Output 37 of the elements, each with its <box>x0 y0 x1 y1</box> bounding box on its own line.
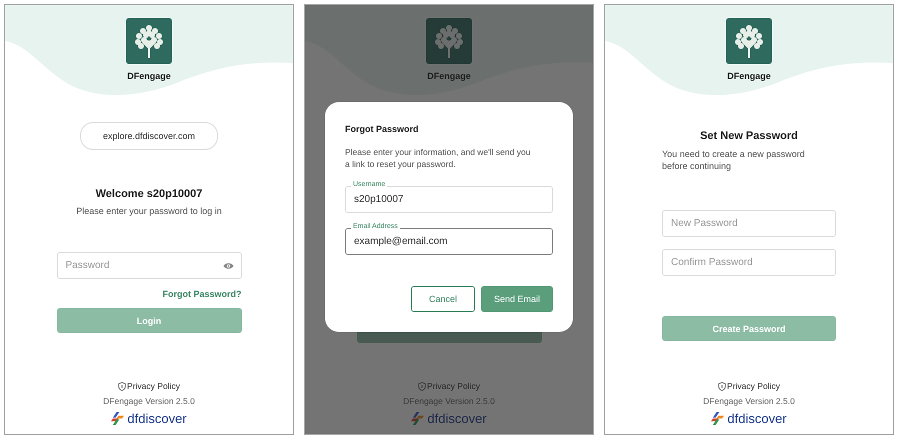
dialog-message: Please enter your information, and we'll send you a link to reset your password. <box>345 146 532 170</box>
dialog-title: Forgot Password <box>345 124 420 134</box>
login-instructions: Please enter your password to log in <box>76 205 222 217</box>
server-address[interactable]: explore.dfdiscover.com <box>80 122 218 150</box>
brand-logo-icon <box>411 412 424 425</box>
privacy-policy-link[interactable]: Privacy Policy <box>418 381 480 391</box>
privacy-policy-link[interactable]: Privacy Policy <box>718 381 780 391</box>
tree-logo-icon <box>126 18 172 64</box>
tree-logo-icon <box>726 18 772 64</box>
shield-icon <box>718 382 726 390</box>
brand-name: dfdiscover <box>427 411 487 426</box>
text-field[interactable]: example@email.com <box>345 228 553 255</box>
forgot-password-link[interactable]: Forgot Password? <box>162 289 242 299</box>
password-field[interactable]: New Password <box>662 210 836 237</box>
set-password-heading: Set New Password <box>700 130 798 142</box>
brand-name: dfdiscover <box>727 411 787 426</box>
version-text: DFengage Version 2.5.0 <box>403 396 495 406</box>
app-name: DFengage <box>427 71 471 81</box>
eye-icon[interactable] <box>222 262 234 270</box>
version-text: DFengage Version 2.5.0 <box>703 396 795 406</box>
text-field[interactable]: s20p10007 <box>345 186 553 213</box>
brand-name: dfdiscover <box>127 411 187 426</box>
brand-logo-icon <box>711 412 724 425</box>
set-password-instructions: You need to create a new password before continuing <box>662 148 806 172</box>
version-text: DFengage Version 2.5.0 <box>103 396 195 406</box>
cancel-button[interactable]: Cancel <box>411 286 475 312</box>
welcome-heading: Welcome s20p10007 <box>96 188 202 200</box>
password-field[interactable]: Password <box>56 252 242 279</box>
app-name: DFengage <box>727 71 771 81</box>
shield-icon <box>118 382 126 390</box>
brand-logo-icon <box>111 412 124 425</box>
app-name: DFengage <box>127 71 171 81</box>
send-button[interactable]: Send Email <box>481 286 553 312</box>
password-field[interactable]: Confirm Password <box>662 249 836 276</box>
privacy-policy-link[interactable]: Privacy Policy <box>118 381 180 391</box>
tree-logo-icon <box>426 18 472 64</box>
shield-icon <box>418 382 426 390</box>
